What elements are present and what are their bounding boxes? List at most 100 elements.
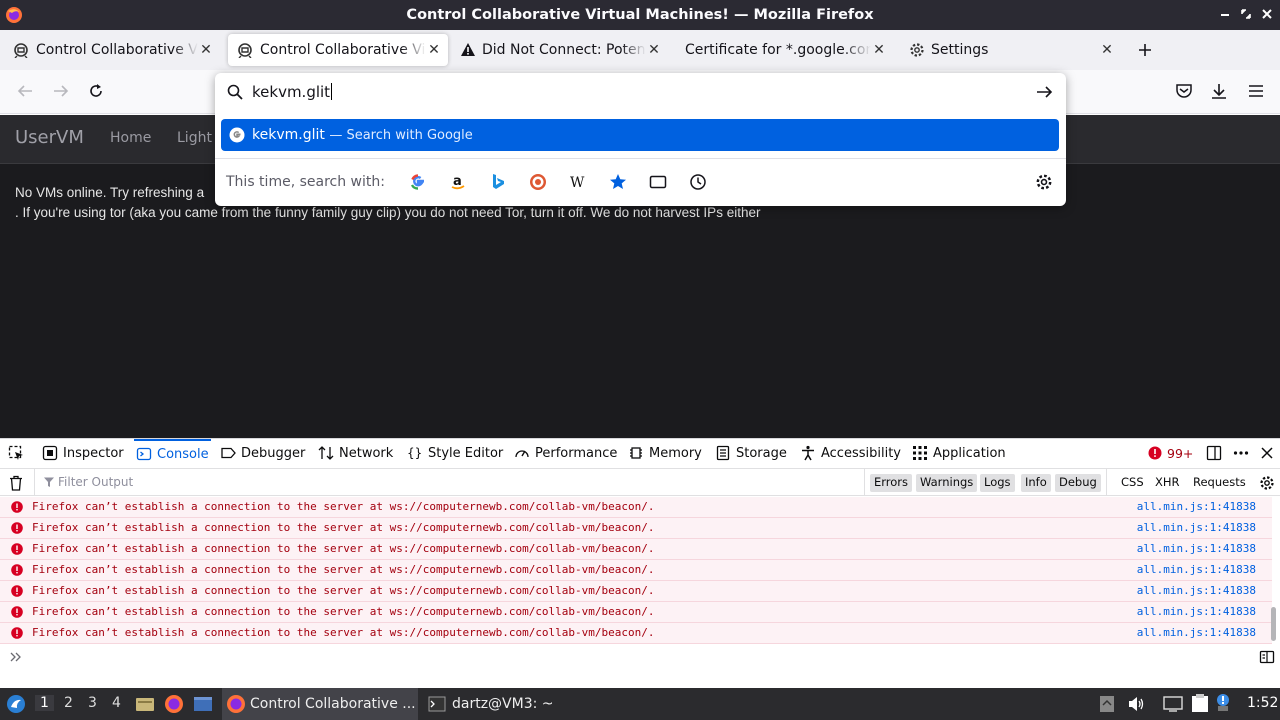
maximize-icon[interactable]: [1240, 8, 1252, 20]
workspace-4[interactable]: 4: [112, 695, 121, 711]
back-icon[interactable]: [16, 82, 34, 100]
tab-did-not-connect[interactable]: Did Not Connect: Potential Security Issu…: [452, 34, 668, 66]
collabvm-icon: [12, 42, 30, 58]
search-settings-gear-icon[interactable]: [1035, 173, 1053, 191]
filter-css-button[interactable]: CSS: [1117, 474, 1148, 492]
filter-logs-button[interactable]: Logs: [980, 474, 1015, 492]
history-icon[interactable]: [689, 173, 707, 191]
filter-info-button[interactable]: Info: [1021, 474, 1051, 492]
close-tab-icon[interactable]: ✕: [198, 42, 214, 58]
close-tab-icon[interactable]: ✕: [646, 42, 662, 58]
tab-accessibility[interactable]: Accessibility: [800, 439, 901, 467]
tab-performance[interactable]: Performance: [514, 439, 617, 467]
tray-notes-icon[interactable]: [1099, 695, 1115, 713]
workspace-2[interactable]: 2: [64, 695, 73, 711]
volume-icon[interactable]: [1127, 695, 1145, 713]
suggestion-action: — Search with Google: [329, 128, 473, 143]
tab-strip: Control Collaborative Virtual Machines! …: [0, 30, 1280, 70]
tab-collabvm-2[interactable]: Control Collaborative Virtual Machines! …: [228, 34, 448, 66]
clipboard-icon[interactable]: [1191, 693, 1209, 713]
taskbar-task-terminal[interactable]: dartz@VM3: ~: [424, 688, 564, 720]
file-manager-icon[interactable]: [135, 694, 155, 714]
tab-storage[interactable]: Storage: [715, 439, 787, 467]
filter-errors-button[interactable]: Errors: [870, 474, 913, 492]
console-error-row[interactable]: Firefox can’t establish a connection to …: [0, 623, 1272, 644]
search-suggestion-row[interactable]: kekvm.glit — Search with Google: [221, 119, 1059, 151]
trash-icon[interactable]: [9, 475, 23, 491]
tab-settings[interactable]: Settings ✕: [901, 34, 1121, 66]
tor-message: . If you're using tor (aka you came from…: [15, 205, 761, 220]
close-window-icon[interactable]: [1261, 8, 1273, 20]
element-picker-icon[interactable]: [8, 439, 29, 467]
desktop-icon[interactable]: [193, 694, 213, 714]
tab-network[interactable]: Network: [318, 439, 393, 467]
wikipedia-icon[interactable]: W: [569, 173, 587, 191]
site-brand[interactable]: UserVM: [15, 127, 84, 148]
console-scrollbar[interactable]: [1271, 607, 1276, 641]
tab-application[interactable]: Application: [912, 439, 1006, 467]
taskbar-task-firefox[interactable]: Control Collaborative ...: [222, 688, 418, 720]
console-error-row[interactable]: Firefox can’t establish a connection to …: [0, 602, 1272, 623]
new-tab-icon[interactable]: [1137, 42, 1153, 58]
tab-inspector[interactable]: Inspector: [42, 439, 124, 467]
reload-icon[interactable]: [87, 82, 105, 100]
dock-side-icon[interactable]: [1206, 439, 1227, 467]
console-error-source-link[interactable]: all.min.js:1:41838: [1137, 626, 1256, 639]
pocket-icon[interactable]: [1175, 82, 1193, 100]
close-tab-icon[interactable]: ✕: [1099, 42, 1115, 58]
tab-collabvm-1[interactable]: Control Collaborative Virtual Machines! …: [4, 34, 220, 66]
tab-memory[interactable]: Memory: [628, 439, 702, 467]
filter-warnings-button[interactable]: Warnings: [916, 474, 978, 492]
error-icon: [11, 564, 23, 576]
display-icon[interactable]: [1163, 695, 1183, 713]
svg-text:{}: {}: [407, 446, 422, 460]
divider: [34, 469, 35, 495]
filter-xhr-button[interactable]: XHR: [1151, 474, 1184, 492]
editor-mode-icon[interactable]: [1259, 649, 1275, 665]
firefox-launcher-icon[interactable]: [164, 694, 184, 714]
downloads-icon[interactable]: [1210, 82, 1228, 100]
bing-icon[interactable]: [489, 173, 507, 191]
bookmarks-icon[interactable]: [609, 173, 627, 191]
console-error-row[interactable]: Firefox can’t establish a connection to …: [0, 539, 1272, 560]
start-menu-icon[interactable]: [6, 694, 26, 714]
amazon-icon[interactable]: a: [449, 173, 467, 191]
filter-debug-button[interactable]: Debug: [1055, 474, 1101, 492]
filter-output-input[interactable]: Filter Output: [58, 475, 133, 489]
close-tab-icon[interactable]: ✕: [871, 42, 887, 58]
close-tab-icon[interactable]: ✕: [426, 42, 442, 58]
console-error-source-link[interactable]: all.min.js:1:41838: [1137, 605, 1256, 618]
console-error-row[interactable]: Firefox can’t establish a connection to …: [0, 560, 1272, 581]
console-error-row[interactable]: Firefox can’t establish a connection to …: [0, 518, 1272, 539]
console-error-row[interactable]: Firefox can’t establish a connection to …: [0, 581, 1272, 602]
console-error-source-link[interactable]: all.min.js:1:41838: [1137, 521, 1256, 534]
tabs-icon[interactable]: [649, 173, 667, 191]
urlbar[interactable]: kekvm.glit: [215, 73, 1066, 111]
go-arrow-icon[interactable]: [1036, 84, 1054, 100]
update-notification-icon[interactable]: [1214, 692, 1232, 712]
workspace-3[interactable]: 3: [88, 695, 97, 711]
console-error-row[interactable]: Firefox can’t establish a connection to …: [0, 497, 1272, 518]
nav-home-link[interactable]: Home: [110, 130, 151, 146]
urlbar-input[interactable]: kekvm.glit: [252, 83, 333, 101]
console-settings-gear-icon[interactable]: [1259, 475, 1275, 491]
tab-console[interactable]: Console: [134, 439, 211, 467]
tab-debugger[interactable]: Debugger: [220, 439, 305, 467]
console-error-source-link[interactable]: all.min.js:1:41838: [1137, 563, 1256, 576]
workspace-1[interactable]: 1: [35, 695, 54, 711]
duckduckgo-icon[interactable]: [529, 173, 547, 191]
error-count-badge[interactable]: 99+: [1148, 439, 1193, 467]
more-options-icon[interactable]: [1233, 439, 1254, 467]
close-devtools-icon[interactable]: [1259, 439, 1280, 467]
filter-requests-button[interactable]: Requests: [1189, 474, 1250, 492]
console-error-source-link[interactable]: all.min.js:1:41838: [1137, 500, 1256, 513]
tab-style-editor[interactable]: {} Style Editor: [407, 439, 503, 467]
tab-certificate[interactable]: Certificate for *.google.com ✕: [677, 34, 893, 66]
console-error-source-link[interactable]: all.min.js:1:41838: [1137, 542, 1256, 555]
forward-icon[interactable]: [52, 82, 70, 100]
minimize-icon[interactable]: [1219, 8, 1231, 20]
console-error-source-link[interactable]: all.min.js:1:41838: [1137, 584, 1256, 597]
console-input-prompt-icon[interactable]: [10, 651, 22, 663]
google-icon[interactable]: [409, 173, 427, 191]
menu-icon[interactable]: [1247, 82, 1265, 100]
